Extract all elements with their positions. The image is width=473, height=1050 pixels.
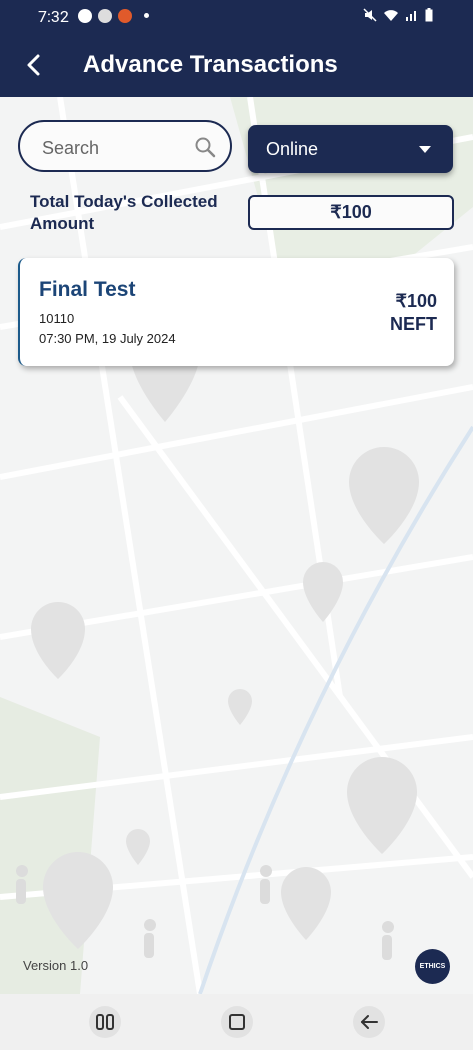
transaction-method: NEFT	[390, 314, 437, 334]
wifi-icon	[384, 10, 398, 21]
status-time: 7:32	[38, 7, 69, 26]
search-field[interactable]	[18, 120, 232, 172]
app-notification-icon-3	[118, 9, 132, 23]
home-icon	[229, 1014, 245, 1030]
app-notification-icon-2	[98, 9, 112, 23]
system-nav-bar	[0, 994, 473, 1050]
recents-icon	[96, 1014, 114, 1030]
back-button[interactable]	[18, 49, 50, 81]
total-collected-amount: ₹100	[248, 195, 454, 230]
transaction-card[interactable]: Final Test 10110 07:30 PM, 19 July 2024 …	[18, 258, 454, 366]
transaction-datetime: 07:30 PM, 19 July 2024	[39, 331, 176, 346]
payment-mode-dropdown[interactable]: Online	[248, 125, 453, 173]
signal-icon	[406, 11, 416, 21]
status-bar: 7:32	[0, 0, 473, 33]
search-input[interactable]	[40, 134, 194, 162]
recents-button[interactable]	[89, 1006, 121, 1038]
transaction-id: 10110	[39, 311, 75, 326]
app-header: Advance Transactions	[0, 33, 473, 97]
search-icon[interactable]	[194, 136, 216, 158]
system-back-button[interactable]	[353, 1006, 385, 1038]
company-logo: ETHICS	[415, 949, 450, 984]
app-version: Version 1.0	[23, 958, 89, 973]
logo-text: ETHICS	[419, 963, 446, 970]
more-notifications-icon	[144, 13, 149, 18]
page-title: Advance Transactions	[83, 51, 338, 78]
battery-icon	[425, 8, 433, 22]
dropdown-caret-icon	[419, 146, 431, 153]
total-collected-label: Total Today's Collected Amount	[30, 192, 218, 233]
transaction-name: Final Test	[39, 278, 136, 301]
home-button[interactable]	[221, 1006, 253, 1038]
payment-mode-value: Online	[266, 139, 319, 159]
back-arrow-icon	[27, 54, 40, 76]
transaction-amount: ₹100	[395, 291, 437, 311]
status-icons	[363, 8, 433, 22]
app-notification-icon	[78, 9, 92, 23]
system-back-icon	[361, 1015, 378, 1029]
mute-icon	[363, 8, 377, 22]
